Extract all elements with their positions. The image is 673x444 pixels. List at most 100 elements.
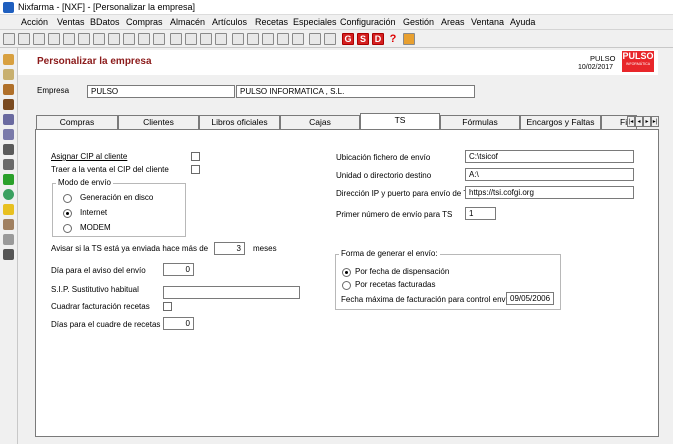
sales-icon[interactable]: [3, 54, 14, 65]
meses-label: meses: [253, 244, 277, 253]
fecha-maxima-label: Fecha máxima de facturación para control…: [341, 295, 517, 304]
previous-icon[interactable]: [185, 33, 197, 45]
ip-field[interactable]: https://tsi.cofgi.org: [465, 186, 634, 199]
radio-generacion-disco[interactable]: [63, 194, 72, 203]
add-cross-icon[interactable]: [3, 174, 14, 185]
app-icon: [3, 2, 14, 13]
edit-icon[interactable]: [18, 33, 30, 45]
internet-label: Internet: [80, 208, 108, 217]
delete-icon[interactable]: [63, 33, 75, 45]
unidad-field[interactable]: A:\: [465, 168, 634, 181]
dias-cuadre-label: Días para el cuadre de recetas: [51, 320, 161, 329]
header-user: PULSO: [590, 54, 616, 63]
pencil-icon[interactable]: [3, 129, 14, 140]
radio-modem[interactable]: [63, 224, 72, 233]
menu-accion[interactable]: Acción: [21, 17, 48, 27]
modo-envio-group: [52, 183, 186, 237]
export-icon[interactable]: [324, 33, 336, 45]
calculator-icon[interactable]: [309, 33, 321, 45]
user-icon[interactable]: [3, 84, 14, 95]
menu-almacen[interactable]: Almacén: [170, 17, 205, 27]
barcode-icon[interactable]: [3, 249, 14, 260]
d-button[interactable]: D: [372, 33, 384, 45]
tab-last-icon[interactable]: ▸|: [651, 116, 659, 127]
menu-bar: Acción Ventas BDatos Compras Almacén Art…: [0, 15, 673, 30]
radio-recetas-facturadas[interactable]: [342, 281, 351, 290]
tools-icon[interactable]: [3, 144, 14, 155]
first-record-icon[interactable]: [170, 33, 182, 45]
asignar-cip-label: Asignar CIP al cliente: [51, 152, 128, 161]
logo-subtext: INFORMÁTICA: [625, 62, 651, 66]
tab-cajas[interactable]: Cajas: [280, 115, 360, 129]
menu-configuracion[interactable]: Configuración: [340, 17, 396, 27]
storage-icon[interactable]: [3, 114, 14, 125]
traer-cip-checkbox[interactable]: [191, 165, 200, 174]
select-icon[interactable]: [78, 33, 90, 45]
tab-next-icon[interactable]: ▸: [643, 116, 651, 127]
empresa-label: Empresa: [37, 86, 70, 95]
lock-icon[interactable]: [277, 33, 289, 45]
next-icon[interactable]: [200, 33, 212, 45]
dia-aviso-field[interactable]: 0: [163, 263, 194, 276]
database-icon[interactable]: [3, 69, 14, 80]
menu-articulos[interactable]: Artículos: [212, 17, 247, 27]
help-icon[interactable]: ?: [387, 33, 399, 45]
tab-first-icon[interactable]: |◂: [627, 116, 635, 127]
menu-gestion[interactable]: Gestión: [403, 17, 434, 27]
sync-icon[interactable]: [3, 189, 14, 200]
cuadrar-checkbox[interactable]: [163, 302, 172, 311]
ubicacion-field[interactable]: C:\tsicof: [465, 150, 634, 163]
tab-formulas[interactable]: Fórmulas: [440, 115, 520, 129]
g-button[interactable]: G: [342, 33, 354, 45]
menu-ventas[interactable]: Ventas: [57, 17, 85, 27]
menu-ventana[interactable]: Ventana: [471, 17, 504, 27]
undo-icon[interactable]: [292, 33, 304, 45]
primer-envio-field[interactable]: 1: [465, 207, 496, 220]
fecha-maxima-field[interactable]: 09/05/2006: [506, 292, 554, 305]
last-record-icon[interactable]: [215, 33, 227, 45]
menu-compras[interactable]: Compras: [126, 17, 163, 27]
open-icon[interactable]: [138, 33, 150, 45]
tab-compras[interactable]: Compras: [36, 115, 118, 129]
menu-especiales[interactable]: Especiales: [293, 17, 337, 27]
tab-prev-icon[interactable]: ◂: [635, 116, 643, 127]
menu-areas[interactable]: Areas: [441, 17, 465, 27]
refresh-icon[interactable]: [262, 33, 274, 45]
recetas-facturadas-label: Por recetas facturadas: [355, 280, 436, 289]
tab-libros-oficiales[interactable]: Libros oficiales: [199, 115, 280, 129]
people-icon[interactable]: [3, 219, 14, 230]
tab-ts[interactable]: TS: [360, 113, 440, 129]
menu-bdatos[interactable]: BDatos: [90, 17, 120, 27]
document-icon[interactable]: [108, 33, 120, 45]
toolbar: G S D ?: [0, 30, 673, 48]
dias-cuadre-field[interactable]: 0: [163, 317, 194, 330]
tab-clientes[interactable]: Clientes: [118, 115, 199, 129]
search-icon[interactable]: [247, 33, 259, 45]
cancel-icon[interactable]: [93, 33, 105, 45]
new-icon[interactable]: [3, 33, 15, 45]
cart-icon[interactable]: [3, 99, 14, 110]
avisar-meses-field[interactable]: 3: [214, 242, 245, 255]
menu-ayuda[interactable]: Ayuda: [510, 17, 535, 27]
print-icon[interactable]: [232, 33, 244, 45]
star-icon[interactable]: [153, 33, 165, 45]
s-button[interactable]: S: [357, 33, 369, 45]
tab-encargos-faltas[interactable]: Encargos y Faltas: [520, 115, 601, 129]
radio-internet[interactable]: [63, 209, 72, 218]
home-icon[interactable]: [403, 33, 415, 45]
asignar-cip-checkbox[interactable]: [191, 152, 200, 161]
sip-label: S.I.P. Sustitutivo habitual: [51, 285, 139, 294]
radio-fecha-dispensacion[interactable]: [342, 268, 351, 277]
warning-icon[interactable]: [3, 204, 14, 215]
cash-register-icon[interactable]: [3, 159, 14, 170]
modem-label: MODEM: [80, 223, 111, 232]
empresa-name-field[interactable]: PULSO INFORMATICA , S.L.: [236, 85, 475, 98]
empresa-code-field[interactable]: PULSO: [87, 85, 235, 98]
list-icon[interactable]: [123, 33, 135, 45]
menu-recetas[interactable]: Recetas: [255, 17, 288, 27]
unidad-label: Unidad o directorio destino: [336, 171, 432, 180]
save-icon[interactable]: [33, 33, 45, 45]
sip-field[interactable]: [163, 286, 300, 299]
copy-icon[interactable]: [48, 33, 60, 45]
network-icon[interactable]: [3, 234, 14, 245]
